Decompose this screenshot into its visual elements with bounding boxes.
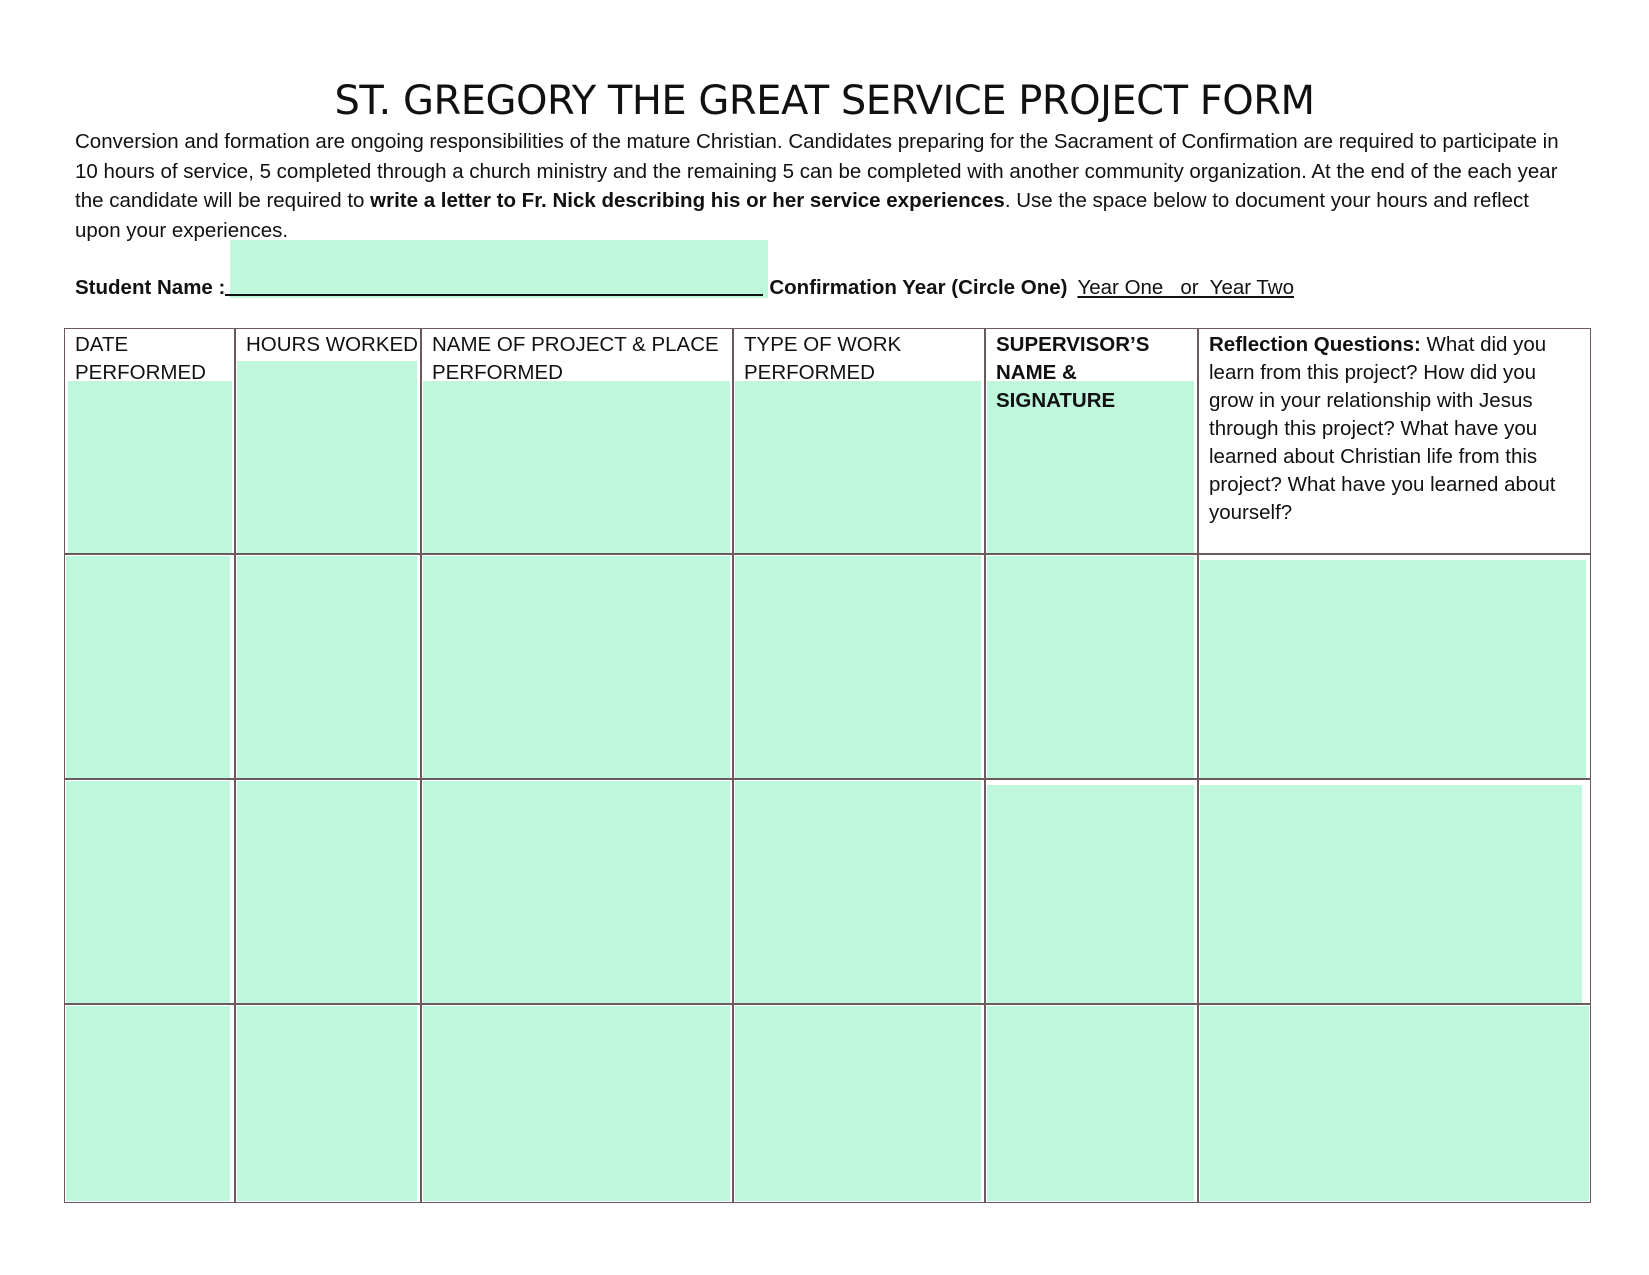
- supervisor-field-row-2[interactable]: [987, 556, 1194, 778]
- reflection-field-row-2[interactable]: [1200, 560, 1586, 778]
- confirmation-year-options[interactable]: Year One or Year Two: [1077, 276, 1294, 299]
- column-divider: [1197, 329, 1199, 1202]
- intro-paragraph: Conversion and formation are ongoing res…: [75, 127, 1575, 245]
- hours-field-row-1[interactable]: [237, 361, 417, 553]
- student-name-label: Student Name :: [75, 276, 226, 299]
- service-log-table: DATE PERFORMED HOURS WORKED NAME OF PROJ…: [64, 328, 1591, 1203]
- type-field-row-3[interactable]: [735, 781, 981, 1003]
- date-field-row-1[interactable]: [68, 381, 232, 553]
- column-divider: [984, 329, 986, 1202]
- date-field-row-4[interactable]: [66, 1006, 230, 1201]
- type-field-row-2[interactable]: [735, 556, 981, 778]
- supervisor-field-row-4[interactable]: [987, 1006, 1194, 1201]
- intro-emphasis: write a letter to Fr. Nick describing hi…: [370, 189, 1005, 212]
- date-field-row-2[interactable]: [66, 556, 230, 778]
- project-field-row-1[interactable]: [423, 381, 730, 553]
- type-field-row-4[interactable]: [735, 1006, 981, 1201]
- type-field-row-1[interactable]: [735, 381, 981, 553]
- date-field-row-3[interactable]: [66, 781, 230, 1003]
- header-date: DATE PERFORMED: [75, 333, 206, 384]
- hours-field-row-3[interactable]: [237, 781, 417, 1003]
- column-divider: [420, 329, 422, 1202]
- project-field-row-4[interactable]: [423, 1006, 730, 1201]
- page-title: ST. GREGORY THE GREAT SERVICE PROJECT FO…: [334, 78, 1315, 124]
- hours-field-row-4[interactable]: [237, 1006, 417, 1201]
- header-project: NAME OF PROJECT & PLACE PERFORMED: [432, 333, 719, 384]
- column-divider: [732, 329, 734, 1202]
- header-type: TYPE OF WORK PERFORMED: [744, 333, 902, 384]
- confirmation-year-label: Confirmation Year (Circle One): [769, 276, 1068, 299]
- reflection-questions: What did you learn from this project? Ho…: [1209, 333, 1556, 524]
- column-divider: [234, 329, 236, 1202]
- header-hours: HOURS WORKED: [246, 333, 418, 356]
- reflection-label: Reflection Questions:: [1209, 333, 1421, 356]
- header-supervisor: SUPERVISOR’S NAME & SIGNATURE: [996, 333, 1150, 412]
- hours-field-row-2[interactable]: [237, 556, 417, 778]
- project-field-row-3[interactable]: [423, 781, 730, 1003]
- header-reflection: Reflection Questions: What did you learn…: [1209, 331, 1583, 527]
- project-field-row-2[interactable]: [423, 556, 730, 778]
- reflection-field-row-3[interactable]: [1200, 785, 1582, 1003]
- row-divider: [65, 553, 1590, 555]
- row-divider: [65, 1003, 1590, 1005]
- supervisor-field-row-3[interactable]: [987, 785, 1194, 1003]
- student-name-line: [225, 272, 764, 296]
- reflection-field-row-4[interactable]: [1200, 1006, 1589, 1201]
- row-divider: [65, 778, 1590, 780]
- student-name-row: Student Name : Confirmation Year (Circle …: [75, 272, 1294, 303]
